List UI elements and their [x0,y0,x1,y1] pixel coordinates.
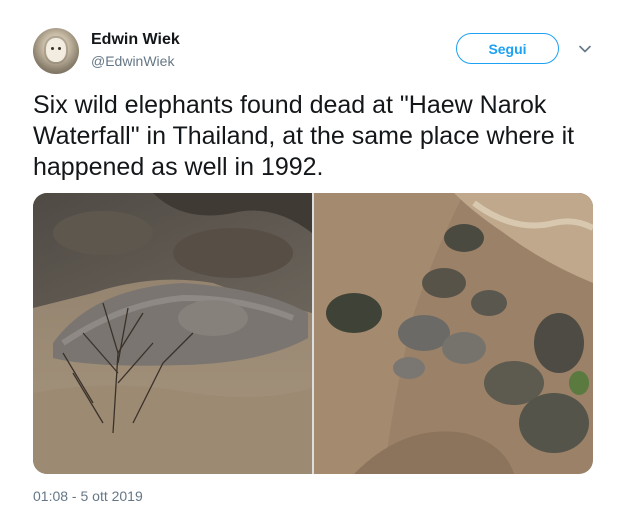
avatar-eye-left [51,47,54,50]
monkey-avatar-icon [46,38,66,62]
tweet-timestamp[interactable]: 01:08 - 5 ott 2019 [33,488,143,504]
follow-button[interactable]: Segui [456,33,559,64]
chevron-down-icon[interactable] [578,42,592,56]
follow-button-label: Segui [488,40,527,57]
user-handle[interactable]: @EdwinWiek [91,53,174,69]
user-name[interactable]: Edwin Wiek [91,31,180,49]
avatar-eye-right [58,47,61,50]
elephant-in-water-photo[interactable] [33,193,312,474]
waterfall-rocks-elephants-photo[interactable] [314,193,593,474]
tweet-text: Six wild elephants found dead at "Haew N… [33,91,575,181]
user-avatar[interactable] [33,28,79,74]
tweet-media [33,193,593,474]
